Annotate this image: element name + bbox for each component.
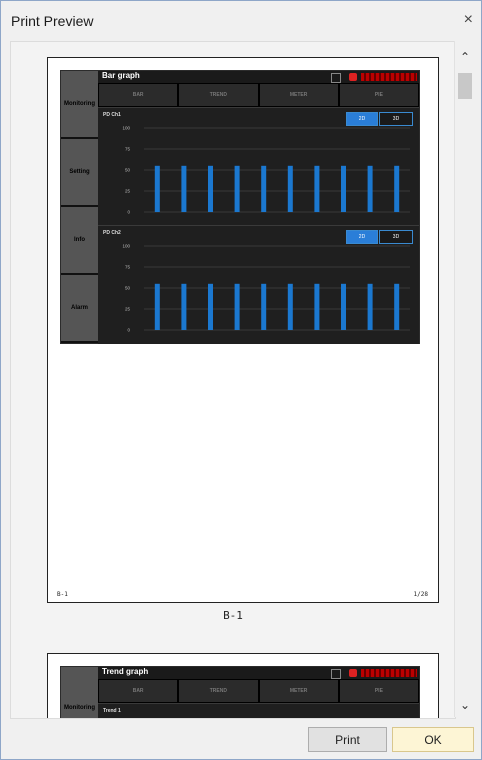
y-tick-label: 0 [127, 210, 130, 215]
bar-chart-ch2: 100 75 50 25 0 [122, 244, 410, 333]
scrollbar-thumb[interactable] [458, 73, 472, 99]
print-button[interactable]: Print [308, 727, 387, 752]
page-number: 1/28 [413, 591, 428, 598]
status-indicator [361, 73, 417, 81]
bar-8 [341, 165, 346, 212]
alarm-icon [349, 669, 357, 677]
tab-pie: PIE [338, 679, 419, 703]
screen-capture: Monitoring Setting Info Alarm Bar graph … [60, 70, 420, 344]
bar-3 [208, 165, 213, 212]
close-icon[interactable]: × [464, 11, 473, 29]
bar-5 [261, 283, 267, 330]
bar-6 [287, 165, 293, 212]
bar-chart-ch1: 100 75 50 25 0 [122, 126, 410, 215]
camera-icon [331, 669, 341, 679]
tab-bar: BAR TREND METER PIE [98, 83, 419, 107]
screen-header: Bar graph [98, 71, 419, 83]
tab-meter: METER [258, 83, 339, 107]
y-tick-label: 25 [125, 189, 131, 194]
screen-header: Trend graph [98, 667, 419, 679]
y-tick-label: 25 [125, 307, 131, 312]
status-indicator [361, 669, 417, 677]
bar-10 [394, 165, 400, 212]
bar-6 [287, 283, 293, 330]
y-tick-label: 75 [125, 265, 131, 270]
preview-area[interactable]: Monitoring Setting Info Alarm Bar graph … [10, 41, 456, 719]
scroll-down-icon[interactable]: ⌄ [455, 695, 475, 715]
y-tick-label: 75 [125, 147, 131, 152]
y-tick-label: 0 [127, 328, 130, 333]
bar-10 [394, 283, 400, 330]
title-bar: Print Preview × [1, 1, 481, 41]
preview-page: Monitoring Setting Info Alarm Bar graph … [47, 57, 439, 603]
screen-capture: Monitoring Trend graph BAR TREND METER P… [60, 666, 420, 718]
bar-9 [367, 165, 373, 212]
tab-trend: TREND [178, 679, 259, 703]
bar-9 [367, 283, 373, 330]
tab-pie: PIE [338, 83, 419, 107]
bar-7 [314, 283, 320, 330]
screen-title: Trend graph [102, 667, 149, 676]
sidebar-item-alarm: Alarm [61, 275, 98, 343]
tab-bar-graph: BAR [98, 83, 179, 107]
tab-bar-graph: BAR [98, 679, 179, 703]
window-title: Print Preview [11, 13, 94, 29]
tab-trend: TREND [178, 83, 259, 107]
y-tick-label: 50 [125, 286, 131, 291]
bar-8 [341, 283, 346, 330]
dialog-footer: Print OK [1, 719, 481, 759]
chart-panel-ch1: PD Ch1 2D 3D 100 75 50 25 0 [98, 107, 419, 226]
vertical-scrollbar[interactable]: ⌃ ⌄ [454, 41, 475, 717]
panel-label: PD Ch1 [103, 112, 121, 118]
bar-7 [314, 165, 320, 212]
bar-4 [234, 165, 240, 212]
sidebar: Monitoring Setting Info Alarm [61, 71, 98, 343]
sidebar-item-setting: Setting [61, 139, 98, 207]
trend-panel: Trend 1 [98, 703, 419, 718]
preview-page: Monitoring Trend graph BAR TREND METER P… [47, 653, 439, 718]
chart-panel-ch2: PD Ch2 2D 3D 100 75 50 25 0 [98, 225, 419, 344]
camera-icon [331, 73, 341, 83]
alarm-icon [349, 73, 357, 81]
page-footer-left: B-1 [57, 591, 68, 598]
panel-label: PD Ch2 [103, 230, 121, 236]
print-preview-window: Print Preview × Monitoring Setting Info … [0, 0, 482, 760]
bar-4 [234, 283, 240, 330]
ok-button[interactable]: OK [392, 727, 474, 752]
bar-1 [154, 283, 160, 330]
bar-2 [181, 283, 187, 330]
panel-label: Trend 1 [103, 708, 121, 714]
tab-bar: BAR TREND METER PIE [98, 679, 419, 703]
bar-3 [208, 283, 213, 330]
sidebar-item-info: Info [61, 207, 98, 275]
sidebar: Monitoring [61, 667, 98, 718]
screen-title: Bar graph [102, 71, 140, 80]
tab-meter: METER [258, 679, 339, 703]
bar-1 [154, 165, 160, 212]
sidebar-item-monitoring: Monitoring [61, 679, 98, 718]
scroll-up-icon[interactable]: ⌃ [455, 47, 475, 67]
y-tick-label: 100 [122, 126, 130, 131]
bar-5 [261, 165, 267, 212]
bar-2 [181, 165, 187, 212]
page-caption: B-1 [223, 609, 243, 622]
y-tick-label: 100 [122, 244, 130, 249]
y-tick-label: 50 [125, 168, 131, 173]
sidebar-item-monitoring: Monitoring [61, 71, 98, 139]
